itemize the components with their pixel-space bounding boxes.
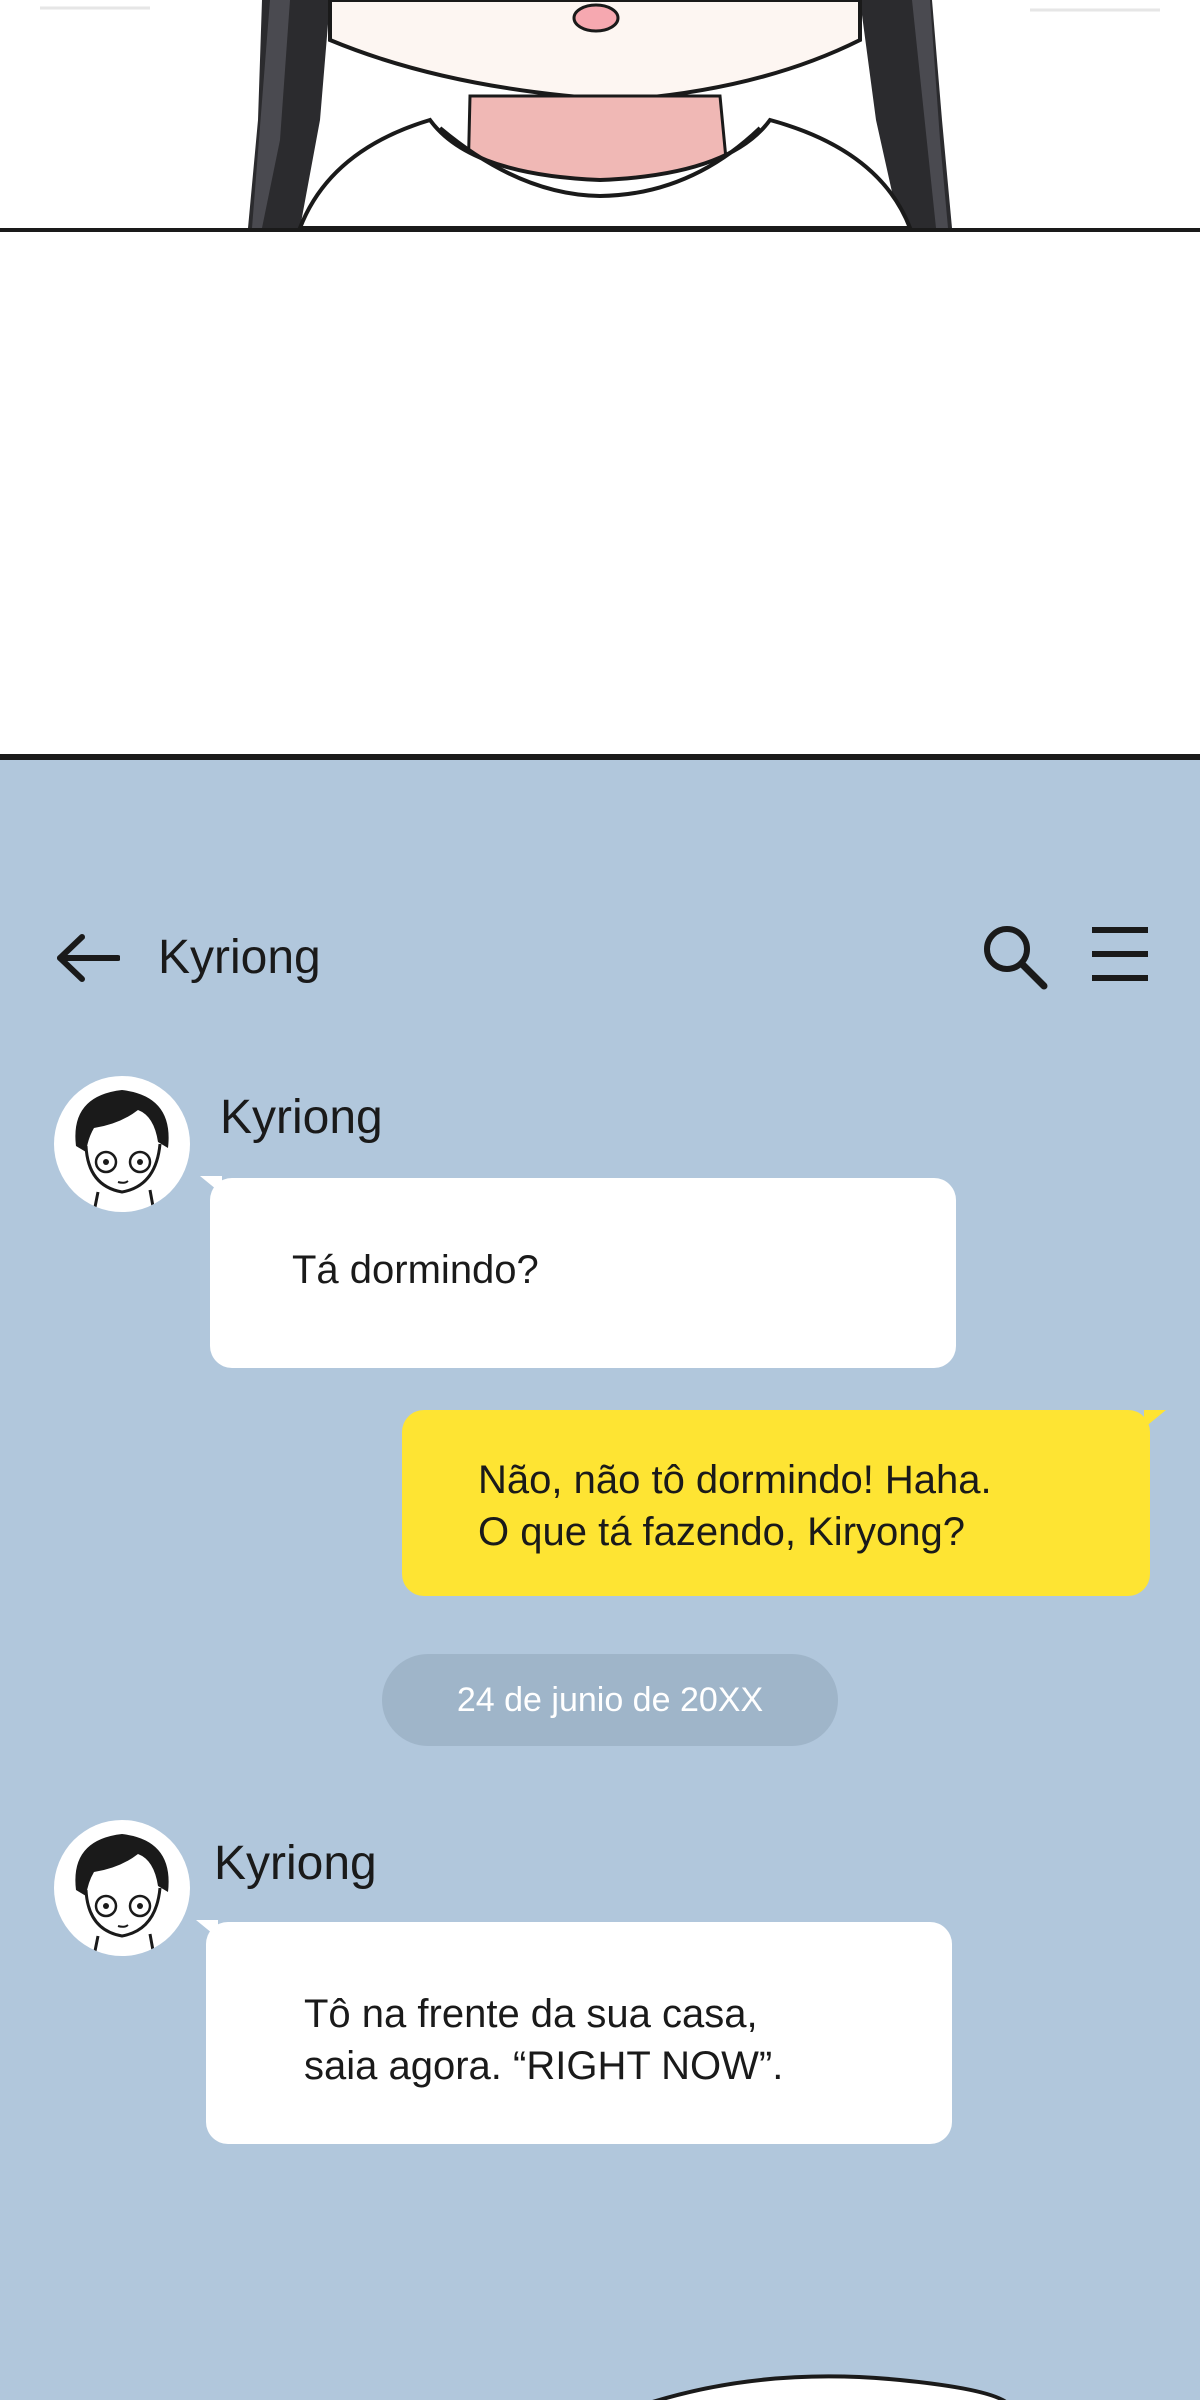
chat-title: Kyriong: [158, 931, 321, 984]
search-icon[interactable]: [980, 922, 1050, 992]
menu-icon[interactable]: [1088, 922, 1152, 986]
sender-name: Kyriong: [220, 1091, 383, 1144]
message-text: Tô na frente da sua casa,: [304, 1992, 758, 2036]
date-divider: 24 de junio de 20XX: [382, 1654, 838, 1746]
sender-name: Kyriong: [214, 1837, 377, 1890]
bubble-tail: [1144, 1410, 1166, 1428]
avatar-illustration: [75, 1090, 169, 1212]
avatar[interactable]: [54, 1820, 190, 1956]
avatar-illustration: [75, 1834, 169, 1956]
next-panel-edge: [652, 2374, 1007, 2400]
panel-gutter: [0, 234, 1200, 754]
message-text: Tá dormindo?: [292, 1248, 539, 1292]
panel-border: [0, 228, 1200, 232]
chat-screen: Kyriong Kyriong Tá dormindo? Não, não tô…: [0, 754, 1200, 2400]
message-bubble[interactable]: Não, não tô dormindo! Haha. O que tá faz…: [402, 1410, 1150, 1596]
chat-header: Kyriong: [0, 916, 1200, 996]
message-text: Não, não tô dormindo! Haha.: [478, 1458, 992, 1502]
comic-panel-top: [0, 0, 1200, 232]
character-illustration: [40, 0, 1160, 230]
arrow-left-icon[interactable]: [56, 934, 120, 982]
message-bubble[interactable]: Tô na frente da sua casa, saia agora. “R…: [206, 1922, 952, 2144]
avatar[interactable]: [54, 1076, 190, 1212]
message-text: saia agora. “RIGHT NOW”.: [304, 2044, 784, 2088]
message-text: O que tá fazendo, Kiryong?: [478, 1510, 965, 1554]
message-bubble[interactable]: Tá dormindo?: [210, 1178, 956, 1368]
